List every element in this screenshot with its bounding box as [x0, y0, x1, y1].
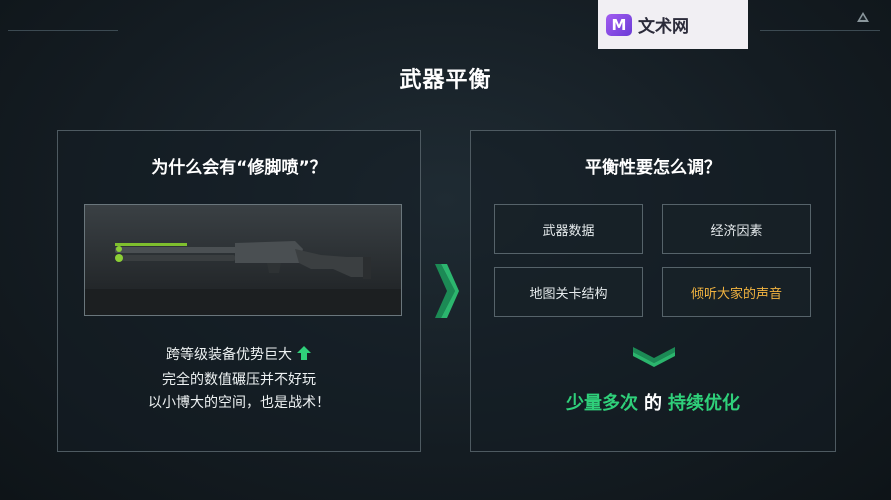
slide-title: 武器平衡 [399, 68, 492, 93]
watermark-logo-icon: M [606, 13, 632, 36]
right-panel: 平衡性要怎么调？ 武器数据 经济因素 地图关卡结构 倾听大家的声音 少量多次的持… [470, 130, 836, 452]
left-line-2: 完全的数值碾压并不好玩 [162, 372, 316, 388]
chevron-down-icon [631, 345, 677, 371]
left-panel-title: 为什么会有“修脚喷”？ [151, 158, 327, 178]
left-line-3: 以小博大的空间，也是战术！ [148, 395, 330, 411]
watermark-badge: M 文术网 [598, 0, 748, 49]
item-listen-to-players: 倾听大家的声音 [662, 267, 811, 317]
shotgun-illustration [85, 241, 401, 315]
top-left-decoration-line [8, 30, 118, 31]
warning-triangle-icon [857, 12, 869, 22]
top-right-decoration-line [760, 30, 880, 31]
left-panel: 为什么会有“修脚喷”？ 跨等级装备优势巨大 完全的数值碾压并不好玩 以小博大的空… [57, 130, 421, 452]
conclusion-phrase: 少量多次的持续优化 [471, 389, 835, 415]
left-line-1-text: 跨等级装备优势巨大 [166, 347, 292, 363]
left-line-1: 跨等级装备优势巨大 [58, 344, 420, 369]
left-text-block: 跨等级装备优势巨大 完全的数值碾压并不好玩 以小博大的空间，也是战术！ [58, 344, 420, 415]
phrase-connector: 的 [644, 393, 662, 414]
item-map-level-structure: 地图关卡结构 [494, 267, 643, 317]
chevron-right-icon [433, 262, 459, 324]
green-up-arrow-icon [296, 345, 312, 369]
right-panel-title: 平衡性要怎么调？ [585, 158, 721, 178]
phrase-small-frequent: 少量多次 [566, 393, 638, 414]
phrase-continuous-optimization: 持续优化 [668, 393, 740, 414]
item-weapon-data: 武器数据 [494, 204, 643, 254]
shotgun-image [84, 204, 402, 316]
watermark-text: 文术网 [638, 17, 689, 37]
item-economy-factor: 经济因素 [662, 204, 811, 254]
